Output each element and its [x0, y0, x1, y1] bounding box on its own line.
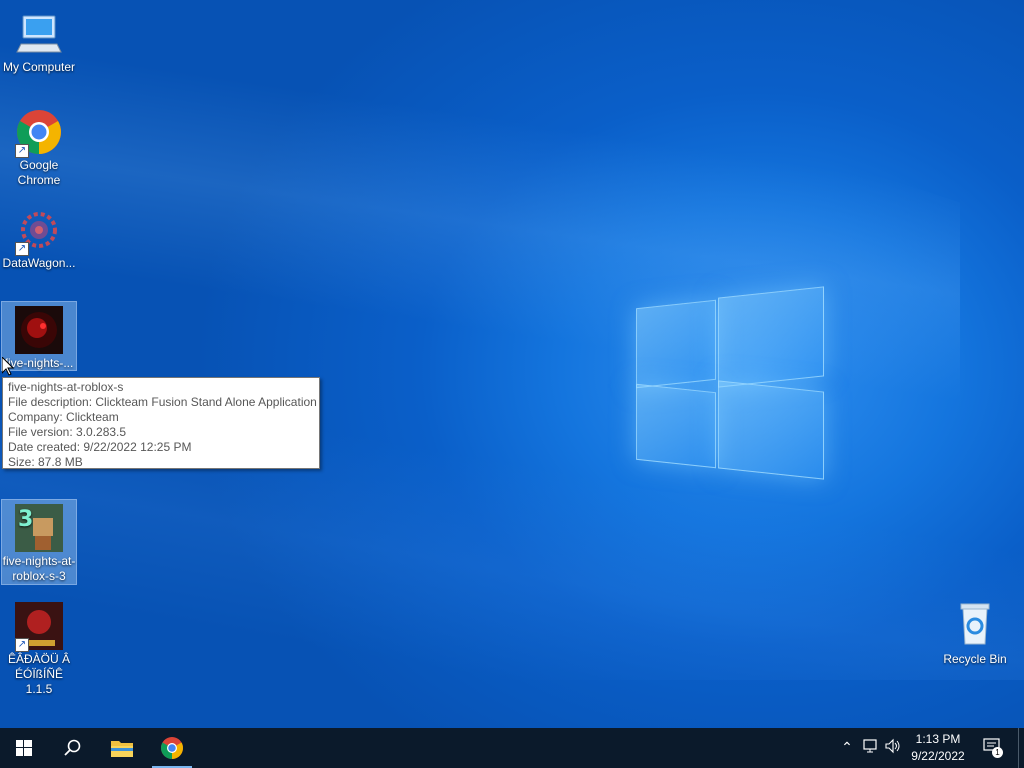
desktop-icon-label: DataWagon...: [2, 256, 76, 270]
tooltip-description: File description: Clickteam Fusion Stand…: [8, 395, 317, 409]
notification-count-badge: 1: [992, 747, 1003, 758]
shortcut-arrow-icon: ↗: [15, 242, 29, 256]
computer-icon: [15, 10, 63, 58]
file-info-tooltip: five-nights-at-roblox-s File description…: [2, 377, 320, 469]
recycle-bin-icon: [951, 600, 999, 648]
desktop-icon-recycle-bin[interactable]: Recycle Bin: [938, 600, 1012, 666]
desktop-icon-label: five-nights-at-roblox-s-3: [2, 554, 76, 583]
shortcut-arrow-icon: ↗: [15, 144, 29, 158]
clock-time[interactable]: 1:13 PM: [906, 732, 970, 746]
clock-date[interactable]: 9/22/2022: [906, 749, 970, 763]
recycle-bin-label: Recycle Bin: [943, 652, 1007, 666]
tooltip-filename: five-nights-at-roblox-s: [8, 380, 124, 394]
search-icon: [64, 739, 81, 756]
desktop-icon-my-computer[interactable]: My Computer: [2, 6, 76, 75]
mouse-cursor-icon: [2, 357, 14, 376]
desktop-icon-google-chrome[interactable]: ↗ Google Chrome: [2, 104, 76, 188]
tooltip-version: File version: 3.0.283.5: [8, 425, 127, 439]
start-button[interactable]: [0, 728, 48, 768]
folder-icon: [111, 741, 133, 757]
desktop-icon-label: ÊÂÐÀÖÜ Â ÉÓÏßÍÑÊ 1.1.5: [7, 652, 70, 696]
taskbar: ⌃ 1:13 PM 9/22/2022 1: [0, 728, 1024, 768]
chrome-icon: ↗: [15, 108, 63, 158]
file-explorer-button[interactable]: [98, 728, 146, 768]
chrome-icon: [161, 737, 183, 759]
tooltip-company: Company: Clickteam: [8, 410, 119, 424]
game-icon: 3: [15, 504, 63, 552]
game-icon: ↗: [15, 602, 63, 652]
desktop-icon-russian-game[interactable]: ↗ ÊÂÐÀÖÜ Â ÉÓÏßÍÑÊ 1.1.5: [2, 598, 76, 697]
volume-icon[interactable]: [884, 738, 902, 756]
search-button[interactable]: [48, 728, 96, 768]
tooltip-created: Date created: 9/22/2022 12:25 PM: [8, 440, 192, 454]
shortcut-arrow-icon: ↗: [15, 638, 29, 652]
desktop-icon-label: Google Chrome: [17, 158, 61, 187]
tooltip-size: Size: 87.8 MB: [8, 455, 83, 469]
network-icon[interactable]: [862, 738, 880, 756]
datawagon-icon: ↗: [15, 206, 63, 256]
show-desktop-button[interactable]: [1018, 728, 1019, 768]
windows-logo-wallpaper: [636, 286, 824, 480]
desktop-icon-label: My Computer: [2, 60, 76, 74]
windows-start-icon: [16, 740, 32, 756]
svg-text:3: 3: [18, 507, 33, 532]
desktop-icon-five-nights-3[interactable]: 3 five-nights-at-roblox-s-3: [1, 499, 77, 585]
notification-center-icon[interactable]: 1: [982, 738, 1004, 758]
desktop-icon-datawagon[interactable]: ↗ DataWagon...: [2, 202, 76, 271]
chrome-taskbar-button[interactable]: [148, 728, 196, 768]
game-icon: [15, 306, 63, 354]
chevron-up-icon[interactable]: ⌃: [838, 738, 856, 756]
